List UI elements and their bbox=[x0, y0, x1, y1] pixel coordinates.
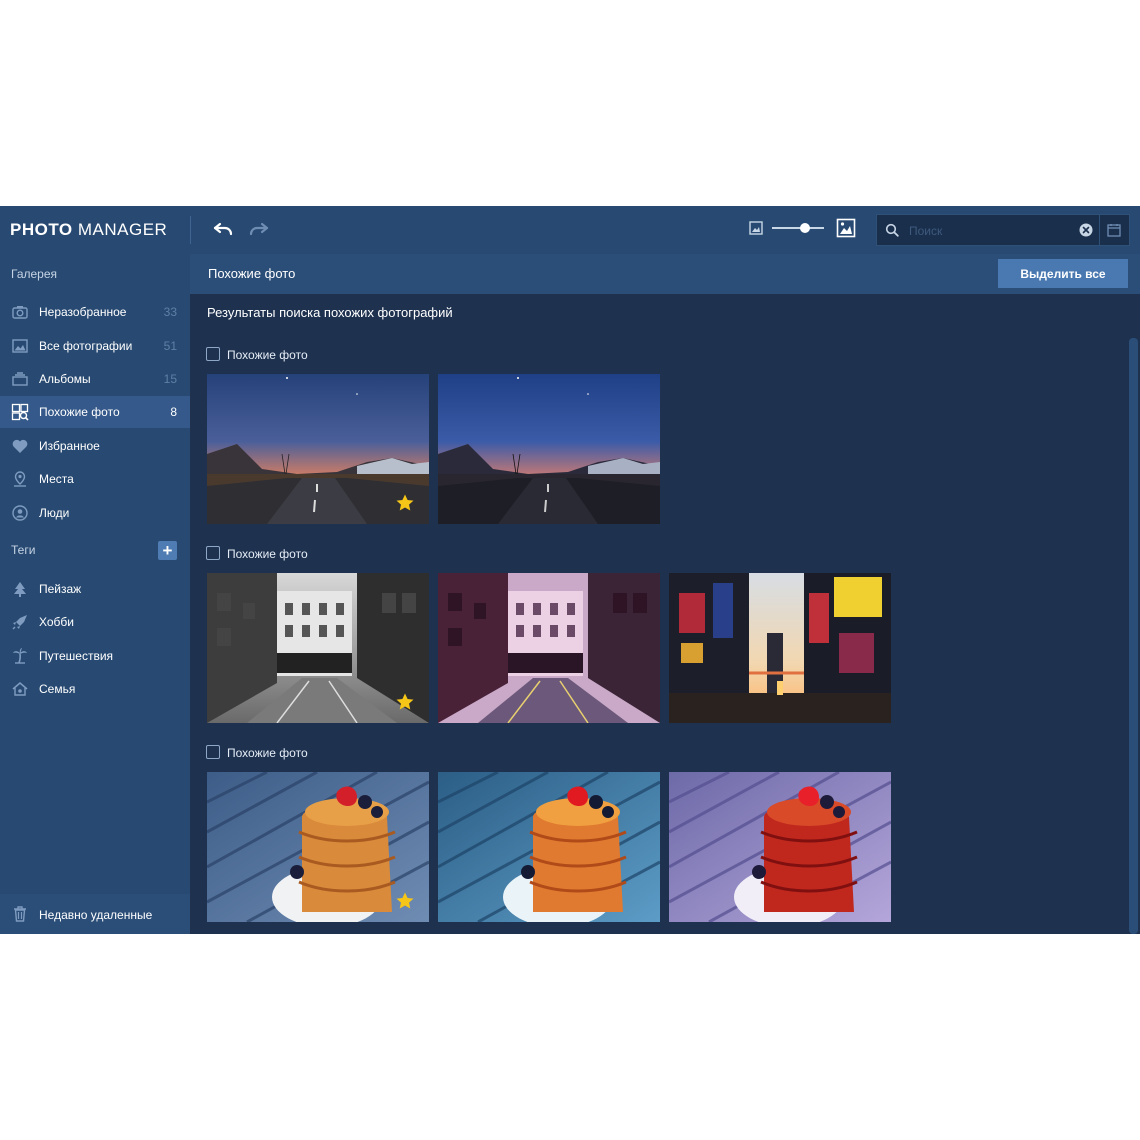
camera-icon bbox=[12, 306, 28, 319]
sidebar-item-label: Неразобранное bbox=[39, 305, 127, 319]
sidebar-tag-hobby[interactable]: Хобби bbox=[0, 606, 190, 638]
clear-search-icon[interactable] bbox=[1079, 223, 1093, 237]
top-toolbar: PHOTO MANAGER bbox=[0, 206, 1140, 254]
sidebar-tag-label: Путешествия bbox=[39, 649, 114, 663]
sidebar: Галерея Неразобранное 33 Все фотографии … bbox=[0, 254, 190, 934]
sidebar-tag-label: Хобби bbox=[39, 615, 74, 629]
location-pin-icon bbox=[14, 471, 26, 487]
photo-thumbnail[interactable] bbox=[438, 573, 660, 723]
select-all-button[interactable]: Выделить все bbox=[998, 259, 1128, 288]
group-label: Похожие фото bbox=[227, 547, 308, 561]
page-title: Похожие фото bbox=[208, 266, 296, 281]
redo-button[interactable] bbox=[247, 218, 271, 242]
favorite-star-icon[interactable] bbox=[395, 891, 415, 911]
photo-thumbnail[interactable] bbox=[438, 772, 660, 922]
road-sunset-photo bbox=[438, 374, 660, 524]
photo-thumbnail[interactable] bbox=[207, 374, 429, 524]
group-checkbox[interactable] bbox=[206, 745, 220, 759]
content-header: Похожие фото Выделить все bbox=[190, 254, 1140, 294]
recently-deleted-item[interactable]: Недавно удаленные bbox=[0, 894, 190, 934]
house-icon bbox=[12, 682, 28, 696]
trash-icon bbox=[14, 906, 26, 922]
add-tag-button[interactable]: + bbox=[158, 541, 177, 560]
photo-thumbnail[interactable] bbox=[207, 772, 429, 922]
palm-tree-icon bbox=[13, 648, 27, 664]
group-checkbox[interactable] bbox=[206, 347, 220, 361]
sidebar-item-count: 33 bbox=[163, 305, 177, 319]
search-input[interactable] bbox=[907, 220, 1071, 242]
zoom-slider-track[interactable] bbox=[772, 227, 824, 229]
heart-icon bbox=[12, 439, 28, 453]
content-scrollbar[interactable] bbox=[1129, 338, 1138, 934]
tree-icon bbox=[14, 582, 26, 597]
pancakes-photo bbox=[438, 772, 660, 922]
group-label: Похожие фото bbox=[227, 746, 308, 760]
undo-icon bbox=[213, 222, 233, 236]
calendar-button[interactable] bbox=[1100, 214, 1130, 246]
favorite-star-icon[interactable] bbox=[395, 493, 415, 513]
sidebar-item-label: Альбомы bbox=[39, 372, 91, 386]
sidebar-tag-family[interactable]: Семья bbox=[0, 673, 190, 705]
undo-button[interactable] bbox=[211, 218, 235, 242]
search-icon bbox=[885, 223, 899, 237]
results-title: Результаты поиска похожих фотографий bbox=[207, 305, 453, 320]
group-label: Похожие фото bbox=[227, 348, 308, 362]
photo-manager-window: PHOTO MANAGER Галерея Неразобранн bbox=[0, 206, 1140, 934]
toolbar-divider bbox=[190, 216, 191, 244]
sidebar-item-label: Люди bbox=[39, 506, 70, 520]
group-checkbox[interactable] bbox=[206, 546, 220, 560]
sidebar-item-unsorted[interactable]: Неразобранное 33 bbox=[0, 296, 190, 328]
sidebar-tag-label: Семья bbox=[39, 682, 76, 696]
sidebar-tag-label: Пейзаж bbox=[39, 582, 82, 596]
sidebar-item-label: Избранное bbox=[39, 439, 100, 453]
sidebar-tag-landscape[interactable]: Пейзаж bbox=[0, 573, 190, 605]
photo-thumbnail[interactable] bbox=[669, 573, 891, 723]
favorite-star-icon[interactable] bbox=[395, 692, 415, 712]
rocket-icon bbox=[12, 615, 27, 630]
person-icon bbox=[12, 505, 28, 521]
zoom-slider-handle[interactable] bbox=[800, 223, 810, 233]
recently-deleted-label: Недавно удаленные bbox=[39, 908, 153, 922]
calendar-icon bbox=[1107, 224, 1121, 237]
sidebar-item-favorites[interactable]: Избранное bbox=[0, 430, 190, 462]
photo-thumbnail[interactable] bbox=[438, 374, 660, 524]
sidebar-item-count: 8 bbox=[170, 405, 177, 419]
sidebar-tag-travel[interactable]: Путешествия bbox=[0, 640, 190, 672]
city-night-photo bbox=[669, 573, 891, 723]
redo-icon bbox=[249, 222, 269, 236]
sidebar-item-all-photos[interactable]: Все фотографии 51 bbox=[0, 330, 190, 362]
app-logo: PHOTO MANAGER bbox=[10, 220, 168, 239]
zoom-in-image-icon[interactable] bbox=[836, 218, 856, 238]
photos-icon bbox=[12, 339, 28, 353]
sidebar-item-label: Похожие фото bbox=[39, 405, 120, 419]
photo-thumbnail[interactable] bbox=[669, 772, 891, 922]
sidebar-item-label: Места bbox=[39, 472, 74, 486]
pancakes-photo bbox=[669, 772, 891, 922]
zoom-out-image-icon[interactable] bbox=[749, 221, 763, 235]
photo-thumbnail[interactable] bbox=[207, 573, 429, 723]
similar-photos-icon bbox=[11, 403, 29, 421]
sidebar-item-places[interactable]: Места bbox=[0, 463, 190, 495]
sidebar-item-albums[interactable]: Альбомы 15 bbox=[0, 363, 190, 395]
albums-icon bbox=[12, 372, 28, 386]
sidebar-item-count: 15 bbox=[163, 372, 177, 386]
gallery-section-title: Галерея bbox=[11, 267, 58, 281]
sidebar-item-people[interactable]: Люди bbox=[0, 497, 190, 529]
sidebar-item-count: 51 bbox=[163, 339, 177, 353]
sidebar-item-similar-photos[interactable]: Похожие фото 8 bbox=[0, 396, 190, 428]
sidebar-item-label: Все фотографии bbox=[39, 339, 133, 353]
street-purple-photo bbox=[438, 573, 660, 723]
tags-section-title: Теги bbox=[11, 543, 36, 557]
search-box bbox=[876, 214, 1100, 246]
